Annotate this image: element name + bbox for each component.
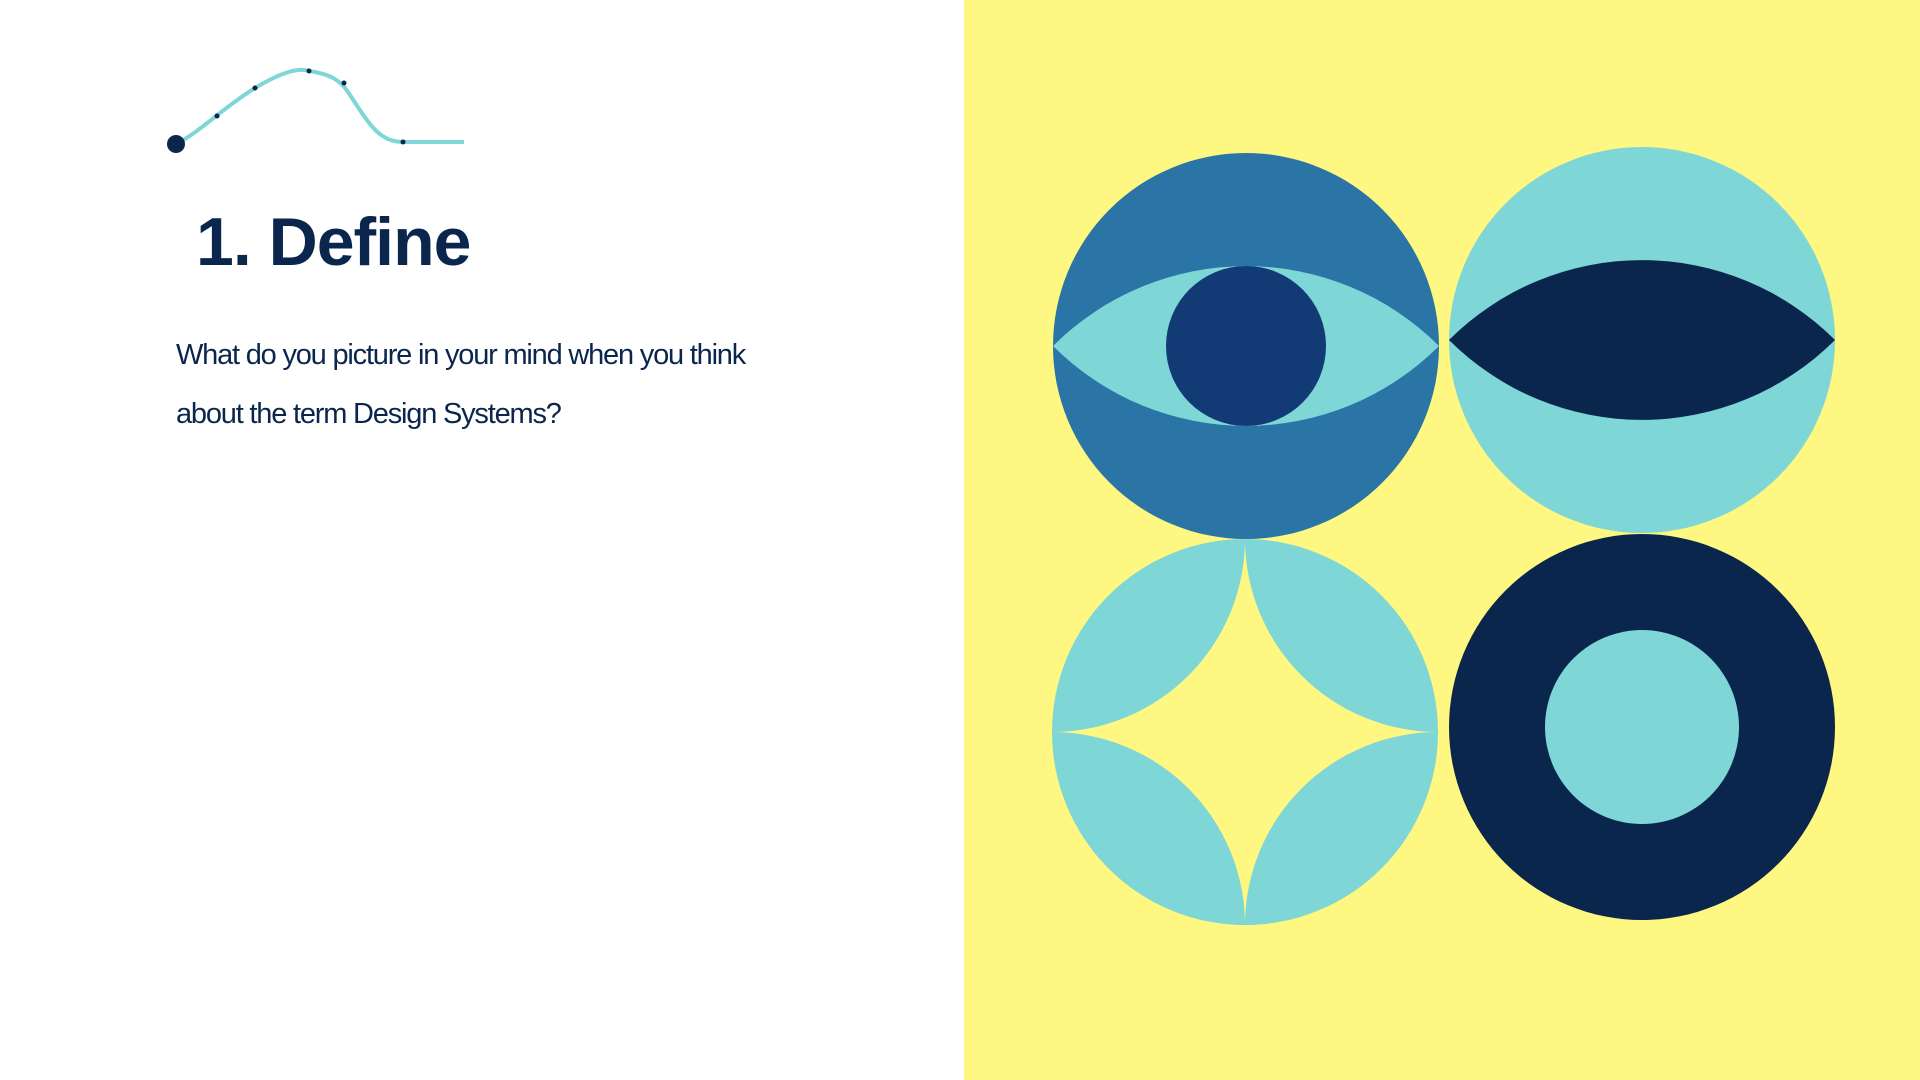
lens-circle xyxy=(1449,147,1835,533)
ring-circle xyxy=(1449,534,1835,920)
yellow-panel xyxy=(964,0,1920,1080)
slide-title: 1. Define xyxy=(196,204,471,280)
slide-body-text: What do you picture in your mind when yo… xyxy=(176,339,746,430)
progress-curve-icon xyxy=(167,67,464,153)
pupil xyxy=(1166,266,1326,426)
eye-circle xyxy=(1053,153,1439,539)
slide-artwork xyxy=(167,0,1920,1080)
